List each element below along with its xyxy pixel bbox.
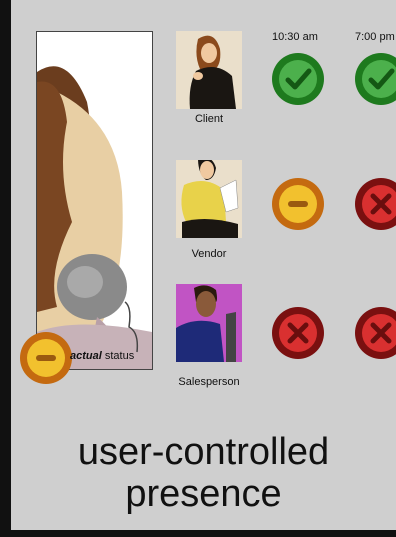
actual-status-label: actual status (70, 350, 134, 362)
actual-status-rest: status (101, 350, 135, 362)
client-label: Client (194, 113, 224, 125)
salesperson-700-busy-icon (355, 307, 396, 359)
salesperson-avatar (176, 284, 242, 362)
caption-line-1: user-controlled (77, 431, 330, 473)
vendor-avatar (176, 160, 242, 238)
vendor-label: Vendor (191, 248, 227, 260)
salesperson-label: Salesperson (178, 376, 240, 388)
client-avatar (176, 31, 242, 109)
client-1030-available-icon (272, 53, 324, 105)
vendor-700-busy-icon (355, 178, 396, 230)
time-header-1: 10:30 am (272, 31, 318, 43)
vendor-1030-away-icon (272, 178, 324, 230)
actual-status-emphasis: actual (70, 350, 102, 362)
client-700-available-icon (355, 53, 396, 105)
time-header-2: 7:00 pm (355, 31, 395, 43)
actual-status-away-icon (20, 332, 72, 384)
caption-line-2: presence (125, 473, 282, 515)
salesperson-1030-busy-icon (272, 307, 324, 359)
caller-illustration (37, 32, 152, 369)
caller-portrait (36, 31, 153, 370)
